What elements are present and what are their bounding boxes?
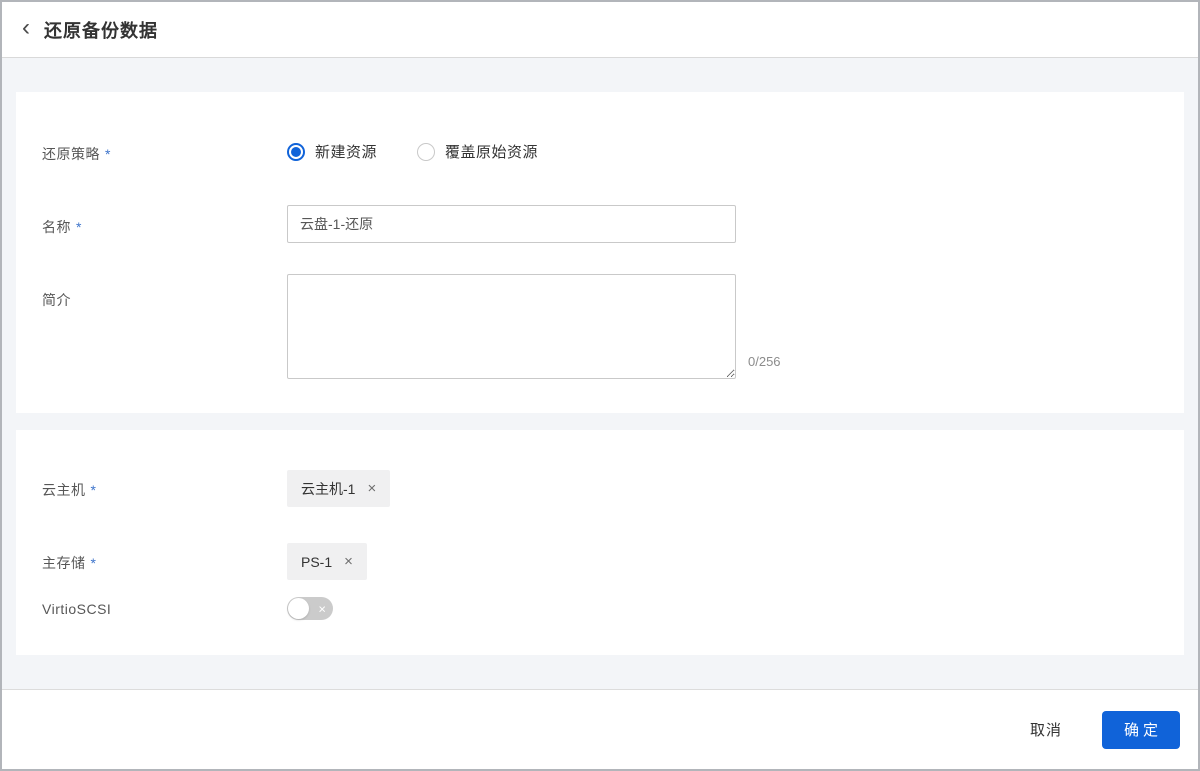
back-icon[interactable]: ‹	[22, 15, 30, 40]
restore-policy-label-text: 还原策略	[42, 146, 100, 162]
required-marker: *	[90, 555, 97, 571]
toggle-knob	[288, 598, 309, 619]
toggle-off-icon: ×	[318, 601, 326, 616]
vm-tag[interactable]: 云主机-1 ×	[287, 470, 391, 507]
restore-policy-label: 还原策略 *	[42, 144, 111, 164]
basic-info-card: 还原策略 * 新建资源 覆盖原始资源 名称 * 简介 0/256	[16, 92, 1184, 413]
required-marker: *	[105, 146, 111, 162]
page-title: 还原备份数据	[44, 20, 158, 41]
description-label: 简介	[42, 290, 71, 310]
virtio-scsi-label-text: VirtioSCSI	[42, 601, 112, 617]
primary-storage-tag[interactable]: PS-1 ×	[287, 543, 367, 580]
virtio-scsi-toggle[interactable]: ×	[287, 597, 333, 620]
vm-label-text: 云主机	[42, 482, 86, 498]
vm-tag-label: 云主机-1	[301, 480, 356, 497]
radio-option-label: 新建资源	[315, 144, 378, 161]
description-label-text: 简介	[42, 292, 71, 308]
remove-vm-icon[interactable]: ×	[367, 481, 376, 496]
vm-label: 云主机 *	[42, 480, 96, 500]
virtio-scsi-label: VirtioSCSI	[42, 601, 111, 617]
radio-option-new-resource[interactable]: 新建资源	[287, 141, 377, 162]
primary-storage-tag-label: PS-1	[301, 553, 333, 570]
required-marker: *	[76, 219, 82, 235]
radio-selected-icon[interactable]	[287, 142, 305, 161]
required-marker: *	[90, 482, 97, 498]
name-label: 名称 *	[42, 217, 82, 237]
radio-option-overwrite-original[interactable]: 覆盖原始资源	[417, 141, 538, 162]
confirm-button[interactable]: 确定	[1102, 710, 1180, 749]
remove-primary-storage-icon[interactable]: ×	[344, 554, 353, 569]
name-label-text: 名称	[42, 219, 71, 235]
primary-storage-label-text: 主存储	[42, 555, 86, 571]
target-resource-card: 云主机 * 云主机-1 × 主存储 * PS-1 × VirtioSCSI ×	[16, 430, 1184, 655]
restore-policy-radio-group: 新建资源 覆盖原始资源	[287, 141, 538, 162]
restore-backup-dialog: ‹ 还原备份数据 还原策略 * 新建资源 覆盖原始资源 名称 * 简介 0/256	[0, 0, 1200, 771]
description-textarea[interactable]	[287, 274, 736, 379]
char-counter: 0/256	[748, 354, 781, 369]
radio-unselected-icon[interactable]	[417, 142, 436, 161]
name-input[interactable]	[287, 205, 736, 243]
footer-bar: 取消 确定	[2, 689, 1198, 769]
cancel-button[interactable]: 取消	[1030, 719, 1062, 740]
primary-storage-label: 主存储 *	[42, 553, 96, 573]
header-bar: ‹ 还原备份数据	[2, 2, 1198, 58]
radio-option-label: 覆盖原始资源	[445, 144, 539, 161]
